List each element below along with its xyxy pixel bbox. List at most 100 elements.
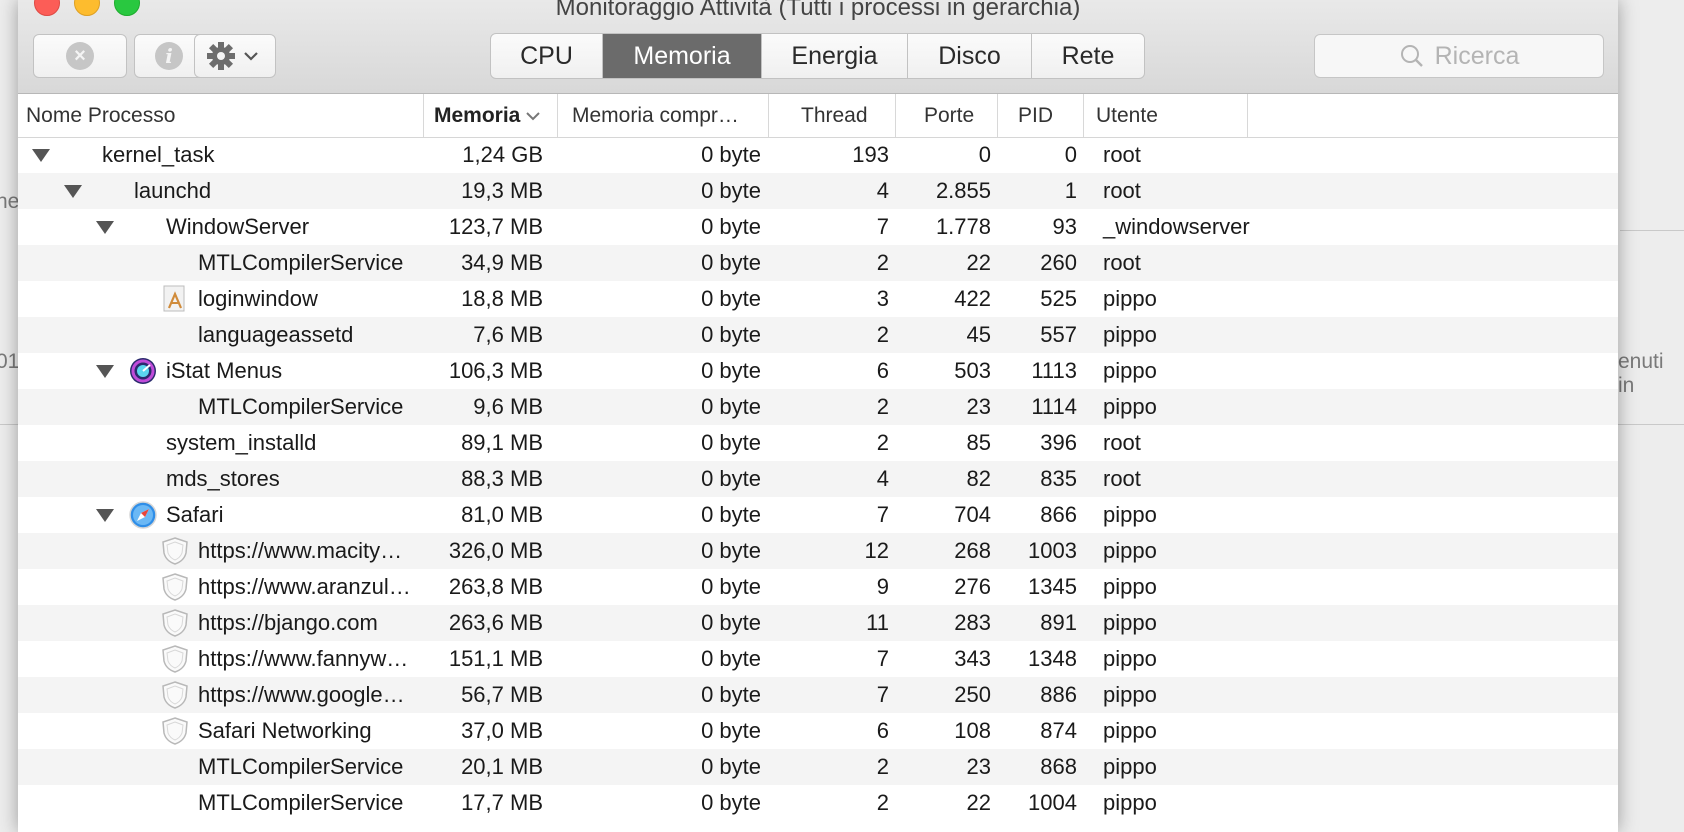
cell-ports: 0 — [978, 142, 991, 167]
cell-ports: 23 — [966, 754, 991, 779]
table-row[interactable]: https://www.macity… 326,0 MB 0 byte 12 268 10… — [18, 533, 1618, 569]
cell-compressed-memory: 0 byte — [701, 286, 761, 311]
cell-compressed-memory: 0 byte — [701, 394, 761, 419]
cell-threads: 2 — [876, 250, 889, 275]
cell-user: pippo — [1103, 718, 1157, 743]
cell-process-name: system_installd — [166, 430, 317, 455]
cell-process-name: kernel_task — [102, 142, 215, 167]
cell-user: pippo — [1103, 790, 1157, 815]
process-table: kernel_task 1,24 GB 0 byte 193 0 0 root launchd… — [18, 137, 1618, 821]
cell-ports: 85 — [966, 430, 991, 455]
action-menu-button[interactable] — [194, 34, 276, 78]
cell-threads: 12 — [864, 538, 889, 563]
column-header-user[interactable]: Utente — [1084, 94, 1248, 137]
disclosure-triangle-icon[interactable] — [96, 221, 114, 234]
shield-icon — [160, 644, 190, 674]
cell-threads: 9 — [876, 574, 889, 599]
cell-pid: 868 — [1040, 754, 1077, 779]
tab-disco[interactable]: Disco — [908, 34, 1032, 78]
cell-user: pippo — [1103, 502, 1157, 527]
cell-ports: 23 — [966, 394, 991, 419]
search-icon — [1400, 45, 1423, 67]
column-header-name[interactable]: Nome Processo — [18, 94, 424, 137]
disclosure-triangle-icon[interactable] — [96, 509, 114, 522]
table-row[interactable]: MTLCompilerService 17,7 MB 0 byte 2 22 1004 pi… — [18, 785, 1618, 821]
table-row[interactable]: system_installd 89,1 MB 0 byte 2 85 396 root — [18, 425, 1618, 461]
cell-process-name: MTLCompilerService — [198, 394, 404, 419]
column-header-pid[interactable]: PID — [998, 94, 1084, 137]
table-row[interactable]: https://www.fannyw… 151,1 MB 0 byte 7 343 134… — [18, 641, 1618, 677]
cell-compressed-memory: 0 byte — [701, 502, 761, 527]
cell-ports: 343 — [954, 646, 991, 671]
safari-compass-icon — [128, 500, 158, 530]
table-row[interactable]: WindowServer 123,7 MB 0 byte 7 1.778 93 _windo… — [18, 209, 1618, 245]
cell-pid: 525 — [1040, 286, 1077, 311]
cell-memory: 1,24 GB — [462, 142, 543, 167]
cell-compressed-memory: 0 byte — [701, 574, 761, 599]
disclosure-triangle-icon[interactable] — [96, 365, 114, 378]
cell-memory: 263,8 MB — [448, 574, 543, 599]
cell-pid: 1114 — [1031, 394, 1077, 419]
table-row[interactable]: https://www.google… 56,7 MB 0 byte 7 250 886 p… — [18, 677, 1618, 713]
table-row[interactable]: mds_stores 88,3 MB 0 byte 4 82 835 root — [18, 461, 1618, 497]
tab-energia[interactable]: Energia — [762, 34, 908, 78]
cell-memory: 151,1 MB — [448, 646, 543, 671]
column-header-threads[interactable]: Thread — [769, 94, 896, 137]
x-circle-icon: × — [66, 42, 94, 70]
background-text-fragment: 01 — [0, 350, 20, 373]
cell-process-name: loginwindow — [198, 286, 318, 311]
column-header-compressed[interactable]: Memoria compr… — [558, 94, 769, 137]
table-row[interactable]: Safari Networking 37,0 MB 0 byte 6 108 874 pip… — [18, 713, 1618, 749]
table-row[interactable]: loginwindow 18,8 MB 0 byte 3 422 525 pippo — [18, 281, 1618, 317]
cell-threads: 4 — [876, 466, 889, 491]
table-row[interactable]: launchd 19,3 MB 0 byte 4 2.855 1 root — [18, 173, 1618, 209]
table-row[interactable]: MTLCompilerService 34,9 MB 0 byte 2 22 260 roo… — [18, 245, 1618, 281]
cell-user: pippo — [1103, 574, 1157, 599]
cell-memory: 18,8 MB — [461, 286, 543, 311]
cell-user: pippo — [1103, 322, 1157, 347]
cell-pid: 260 — [1040, 250, 1077, 275]
cell-memory: 88,3 MB — [461, 466, 543, 491]
cell-process-name: https://www.fannyw… — [198, 646, 409, 671]
cell-user: pippo — [1103, 610, 1157, 635]
cell-compressed-memory: 0 byte — [701, 322, 761, 347]
column-header-memory[interactable]: Memoria — [424, 94, 558, 137]
cell-user: root — [1103, 142, 1141, 167]
table-row[interactable]: https://www.aranzul… 263,8 MB 0 byte 9 276 13… — [18, 569, 1618, 605]
cell-threads: 6 — [876, 718, 889, 743]
cell-pid: 557 — [1040, 322, 1077, 347]
cell-threads: 2 — [876, 430, 889, 455]
disclosure-triangle-icon[interactable] — [32, 149, 50, 162]
cell-process-name: mds_stores — [166, 466, 280, 491]
table-row[interactable]: kernel_task 1,24 GB 0 byte 193 0 0 root — [18, 137, 1618, 173]
column-header-label: Thread — [801, 103, 868, 127]
cell-compressed-memory: 0 byte — [701, 538, 761, 563]
cell-pid: 93 — [1052, 214, 1077, 239]
tab-cpu[interactable]: CPU — [491, 34, 603, 78]
table-row[interactable]: Safari 81,0 MB 0 byte 7 704 866 pippo — [18, 497, 1618, 533]
shield-icon — [160, 608, 190, 638]
table-row[interactable]: MTLCompilerService 9,6 MB 0 byte 2 23 1114 pip… — [18, 389, 1618, 425]
tab-rete[interactable]: Rete — [1032, 34, 1144, 78]
cell-memory: 7,6 MB — [473, 322, 543, 347]
toolbar: Monitoraggio Attività (Tutti i processi … — [18, 0, 1618, 94]
cell-process-name: https://www.google… — [198, 682, 405, 707]
cell-threads: 7 — [876, 502, 889, 527]
chevron-down-icon — [244, 52, 258, 61]
column-header-ports[interactable]: Porte — [896, 94, 998, 137]
stop-process-button[interactable]: × — [33, 34, 127, 78]
istat-gauge-icon — [128, 356, 158, 386]
search-field[interactable]: Ricerca — [1314, 34, 1604, 78]
disclosure-triangle-icon[interactable] — [64, 185, 82, 198]
tab-memoria[interactable]: Memoria — [603, 34, 762, 78]
table-row[interactable]: MTLCompilerService 20,1 MB 0 byte 2 23 868 pip… — [18, 749, 1618, 785]
cell-pid: 396 — [1040, 430, 1077, 455]
activity-monitor-window: Monitoraggio Attività (Tutti i processi … — [18, 0, 1618, 832]
cell-user: _windowserver — [1103, 214, 1250, 239]
shield-icon — [160, 716, 190, 746]
shield-icon — [160, 536, 190, 566]
table-row[interactable]: iStat Menus 106,3 MB 0 byte 6 503 1113 pippo — [18, 353, 1618, 389]
table-row[interactable]: https://bjango.com 263,6 MB 0 byte 11 283 891… — [18, 605, 1618, 641]
table-row[interactable]: languageassetd 7,6 MB 0 byte 2 45 557 pippo — [18, 317, 1618, 353]
cell-memory: 326,0 MB — [448, 538, 543, 563]
